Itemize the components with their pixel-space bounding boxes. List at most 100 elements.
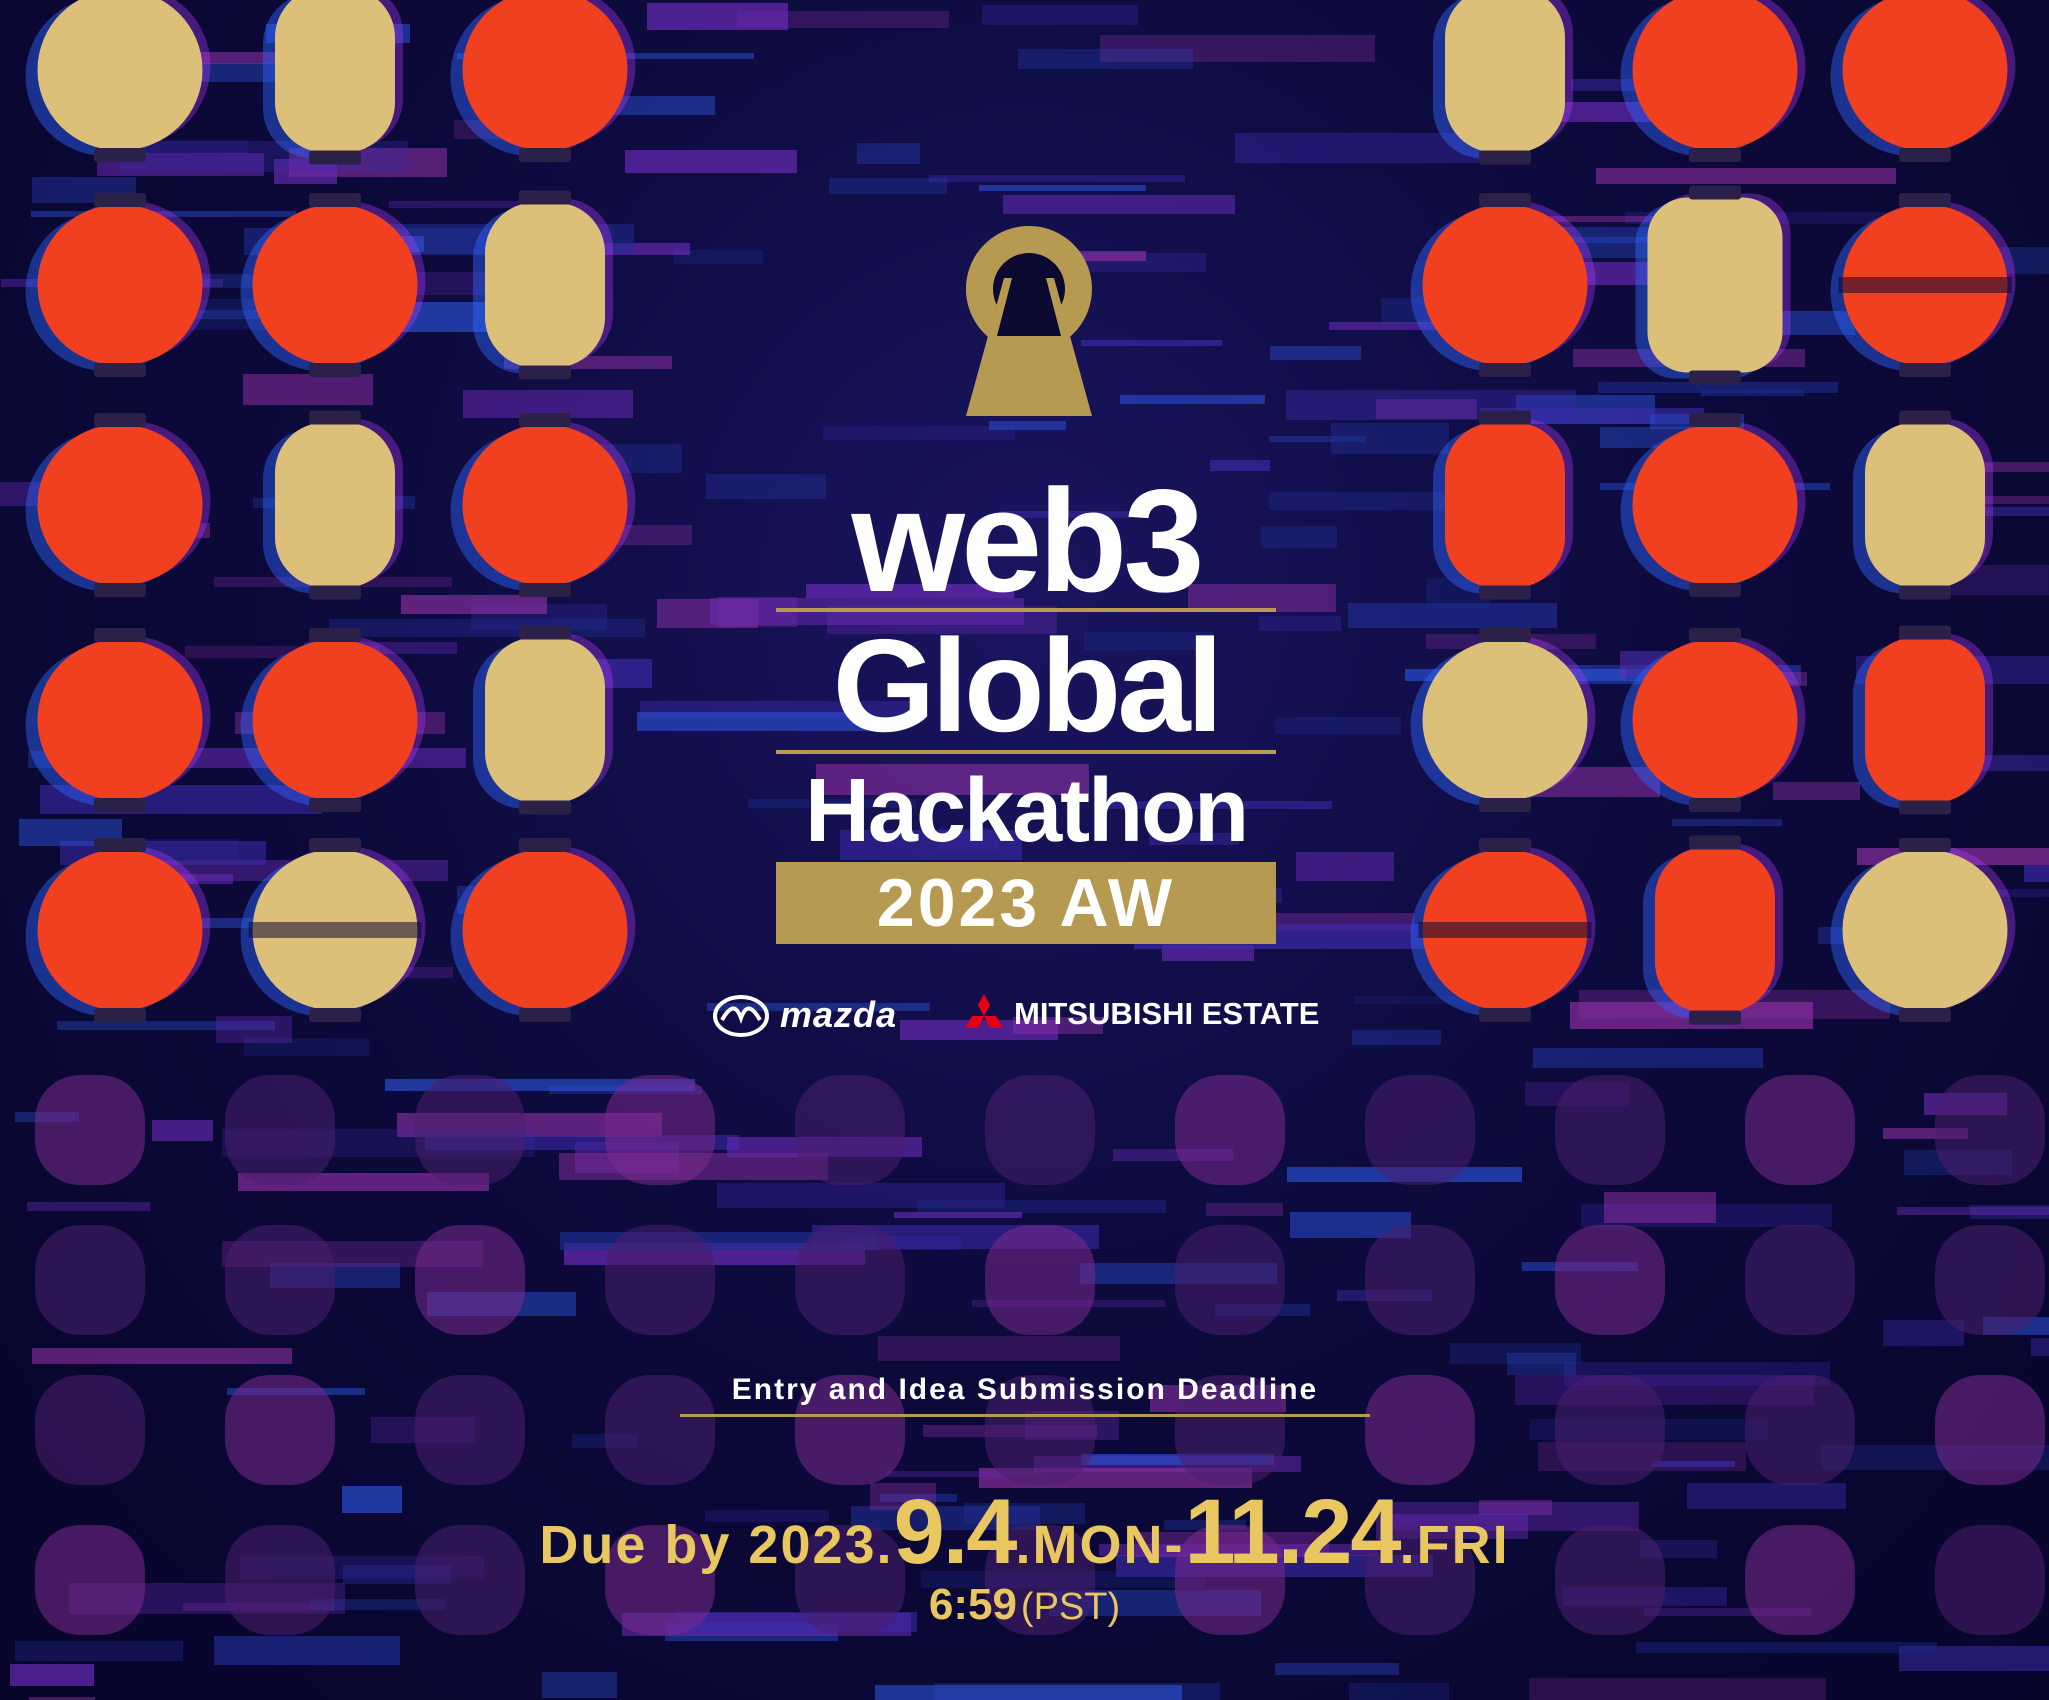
lantern [1865,637,1985,803]
lantern-cap [519,838,571,852]
glitch-streak [214,1636,400,1665]
lantern-cap [94,148,146,162]
glitch-streak [875,1685,1182,1700]
title-web3: web3 [851,459,1204,622]
lantern-cap [1479,410,1531,425]
glitch-streak [389,201,530,208]
lantern [37,0,203,150]
lantern [462,425,628,585]
lantern-cap [1479,150,1531,165]
lantern-cap [1689,835,1741,850]
lantern-cap [1479,798,1531,812]
glitch-streak [401,595,547,614]
lantern-cap [1479,838,1531,852]
glitch-streak [1275,717,1401,734]
deadline-dates: Due by 2023.9.4.MON-11.24.FRI [0,1480,2049,1585]
lantern [1632,425,1798,585]
lantern-cap [1479,193,1531,207]
lantern-cap [1479,628,1531,642]
glitch-streak [878,1336,1120,1361]
glitch-streak [1206,1203,1283,1216]
lantern-cap [519,583,571,597]
start-weekday: .MON- [1015,1515,1185,1575]
glitch-streak [979,185,1146,191]
lantern-cap [309,193,361,207]
glitch-streak [1652,1461,1735,1467]
lantern [1842,850,2008,1010]
glitch-streak [1352,1030,1441,1045]
glitch-streak [2031,1338,2049,1356]
lantern [252,205,418,365]
glitch-streak [1507,1353,1576,1375]
lantern [37,640,203,800]
lantern-cap [1899,148,1951,162]
glitch-streak [27,1202,150,1211]
lantern-cap [1899,838,1951,852]
three-diamonds-icon [965,994,1003,1028]
faded-lantern [35,1225,145,1335]
lantern [1445,0,1565,153]
lantern-cap [309,363,361,377]
lantern-cap [519,190,571,205]
faded-lantern [1555,1225,1665,1335]
lantern [1632,640,1798,800]
lantern [37,850,203,1010]
lantern-cap [309,798,361,812]
lantern-cap [94,413,146,427]
lantern-cap [519,1008,571,1022]
lantern [1422,640,1588,800]
lantern-cap [1689,798,1741,812]
title-global: Global [832,612,1224,759]
lantern [462,0,628,150]
lantern-cap [94,363,146,377]
glitch-streak [1604,1192,1716,1223]
lantern-cap [1479,1008,1531,1022]
glitch-streak [647,3,788,30]
glitch-streak [1529,1678,1826,1700]
lantern-waist [248,922,422,938]
faded-lantern [605,1075,715,1185]
glitch-streak [917,1200,1166,1213]
lantern-cap [309,1008,361,1022]
faded-lantern [225,1225,335,1335]
lantern-cap [94,193,146,207]
edition-badge: 2023 AW [776,862,1276,944]
glitch-streak [2024,865,2049,882]
lantern-cap [519,148,571,162]
lantern-cap [1689,148,1741,162]
glitch-streak [1636,1642,1937,1653]
lantern-cap [519,625,571,640]
glitch-streak [1533,1048,1763,1068]
faded-lantern [35,1075,145,1185]
glitch-streak [1672,819,1782,826]
lantern-cap [1899,800,1951,815]
faded-lantern [225,1075,335,1185]
due-prefix: Due by 2023. [539,1515,894,1575]
glitch-streak [1003,195,1235,214]
lantern-cap [1479,585,1531,600]
faded-lantern [795,1075,905,1185]
time-value: 6:59 [928,1580,1017,1629]
faded-lantern [1175,1075,1285,1185]
mazda-emblem-icon [713,995,769,1037]
glitch-streak [15,1641,183,1661]
lantern-cap [1689,370,1741,385]
glitch-streak [1897,1207,2049,1215]
lantern-cap [94,798,146,812]
faded-lantern [1745,1225,1855,1335]
faded-lantern [415,1375,525,1485]
lantern [1445,422,1565,588]
lantern-cap [94,838,146,852]
deadline-underline [680,1414,1370,1417]
glitch-streak [10,1664,94,1686]
faded-lantern [1175,1225,1285,1335]
hackathon-banner: web3 Global Hackathon 2023 AW mazda MITS… [0,0,2049,1700]
lantern [485,202,605,368]
lantern-cap [1899,363,1951,377]
faded-lantern [1935,1075,2045,1185]
faded-lantern [605,1225,715,1335]
deadline-label: Entry and Idea Submission Deadline [731,1373,1319,1406]
faded-lantern [35,1375,145,1485]
lantern [1422,205,1588,365]
lantern [1842,0,2008,150]
